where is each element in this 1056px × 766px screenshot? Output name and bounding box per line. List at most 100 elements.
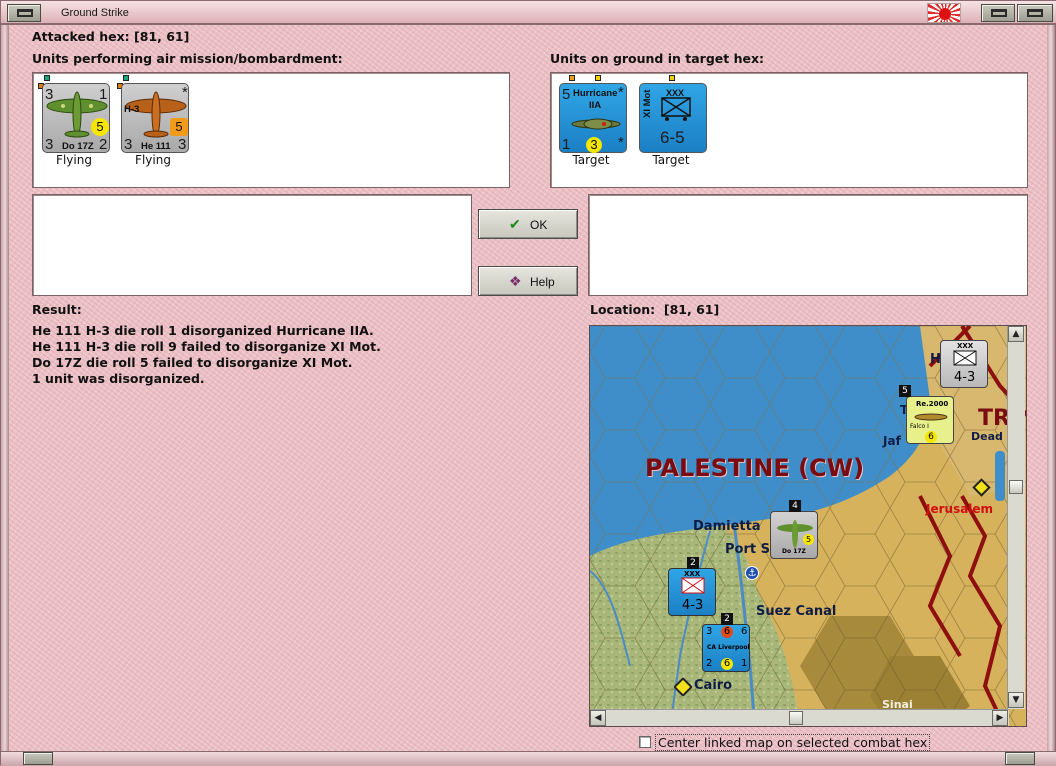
region-label: PALESTINE (CW) (645, 454, 865, 482)
bottom-frame (1, 751, 1056, 766)
minimize-button[interactable] (7, 4, 41, 22)
status-dot-icon (123, 75, 129, 81)
counter-stat: 3 (124, 136, 133, 153)
map-place: Suez Canal (756, 604, 837, 619)
ground-units-panel: 5 * Hurricane IIA 1 * 3 Target XI Mot XX… (550, 72, 1028, 188)
resize-left-handle[interactable] (23, 752, 53, 765)
unit-xi-mot[interactable]: XI Mot XXX 6-5 Target (635, 75, 707, 167)
counter-stat: 3 (706, 626, 713, 637)
attacked-hex-value: [81, 61] (134, 29, 190, 44)
resize-right-handle[interactable] (1005, 752, 1035, 765)
counter-subname: IIA (589, 100, 602, 111)
unit-status: Target (572, 153, 610, 167)
stack-count: 2 (721, 613, 733, 625)
stack-count: 2 (687, 557, 699, 569)
defender-info-panel (588, 194, 1028, 296)
counter-coin: 3 (586, 137, 602, 153)
stack-count: 4 (789, 500, 801, 512)
unit-status: Flying (135, 153, 171, 167)
counter-stat: 3 (45, 136, 54, 153)
counter-coin: 6 (925, 431, 937, 443)
counter-coin: 5 (91, 118, 109, 136)
map-counter-aus-corps[interactable]: 2 XXX 4-3 (668, 557, 716, 616)
counter-name: CA Liverpool (707, 644, 750, 651)
counter-stat: 6 (741, 626, 748, 637)
result-line: He 111 H-3 die roll 9 failed to disorgan… (32, 339, 381, 354)
map-counter-liverpool[interactable]: 2 3 6 6 CA Liverpool 2 6 1 (702, 613, 750, 672)
air-units-panel: 3 1 3 2 Do 17Z 5 Flying H-3 * 3 3 He 111… (32, 72, 510, 188)
stack-count: 5 (899, 385, 911, 397)
mini-map[interactable]: PALESTINE (CW) Damietta Port S Suez Cana… (589, 325, 1027, 727)
scroll-left-icon[interactable]: ◀ (590, 710, 606, 726)
counter-name: Do 17Z (782, 548, 806, 555)
result-line: He 111 H-3 die roll 1 disorganized Hurri… (32, 323, 374, 338)
counter-subname: H-3 (124, 104, 140, 115)
left-frame (1, 25, 9, 755)
help-button[interactable]: ❖ Help (478, 266, 578, 296)
map-counter-corps[interactable]: XXX 4-3 (940, 340, 988, 388)
attacker-info-panel (32, 194, 472, 296)
scroll-right-icon[interactable]: ▶ (992, 710, 1008, 726)
corps-counter: XI Mot XXX 6-5 (639, 83, 707, 153)
status-dot-icon (44, 75, 50, 81)
vertical-scroll-thumb[interactable] (1009, 480, 1023, 494)
horizontal-scroll-thumb[interactable] (789, 711, 803, 725)
counter-strength: 6-5 (660, 128, 685, 147)
result-heading: Result: (32, 302, 82, 317)
map-horizontal-scrollbar[interactable]: ◀ ▶ (590, 709, 1009, 726)
counter-strength: 4-3 (954, 370, 976, 385)
air-units-heading: Units performing air mission/bombardment… (32, 51, 343, 66)
center-map-checkbox[interactable] (639, 736, 651, 748)
counter-stat: * (618, 84, 624, 101)
scroll-down-icon[interactable]: ▼ (1008, 692, 1024, 708)
japan-flag-icon (927, 3, 961, 23)
counter-subname: Falco I (910, 423, 929, 430)
air-counter: H-3 * 3 3 He 111 5 (121, 83, 189, 153)
unit-status: Flying (56, 153, 92, 167)
restore-button[interactable] (981, 4, 1015, 22)
counter-stat: * (182, 84, 188, 101)
map-place: Jerusalem (926, 502, 994, 516)
scroll-up-icon[interactable]: ▲ (1008, 326, 1024, 342)
right-frame (1047, 25, 1055, 755)
air-counter: 3 1 3 2 Do 17Z 5 (42, 83, 110, 153)
map-place: Damietta (693, 519, 761, 534)
counter-stat: 1 (741, 658, 748, 669)
counter-name: He 111 (141, 141, 171, 152)
ok-button[interactable]: ✔ OK (478, 209, 578, 239)
map-counter-italian-air[interactable]: 5 Re.2000 Falco I 6 (899, 385, 954, 444)
unit-he111[interactable]: H-3 * 3 3 He 111 5 Flying (117, 75, 189, 167)
unit-do17z[interactable]: 3 1 3 2 Do 17Z 5 Flying (38, 75, 110, 167)
status-dot-icon (569, 75, 575, 81)
center-map-checkbox-label[interactable]: Center linked map on selected combat hex (655, 734, 931, 751)
status-dot-icon (595, 75, 601, 81)
map-place: Jaf (883, 434, 901, 448)
result-line: 1 unit was disorganized. (32, 371, 205, 386)
result-log: He 111 H-3 die roll 1 disorganized Hurri… (32, 323, 381, 387)
counter-strength: 4-3 (682, 598, 704, 613)
unit-hurricane[interactable]: 5 * Hurricane IIA 1 * 3 Target (555, 75, 627, 167)
counter-name: Do 17Z (62, 141, 94, 152)
counter-coin: 6 (721, 626, 733, 638)
counter-stat: 1 (99, 86, 108, 103)
port-anchor-icon: ⚓ (745, 566, 759, 580)
counter-stat: 2 (706, 658, 713, 669)
map-place: Cairo (694, 678, 733, 693)
location-value: [81, 61] (663, 302, 720, 317)
map-place: TR (978, 406, 1010, 431)
counter-stat: 5 (562, 86, 571, 103)
counter-stat: 3 (178, 136, 187, 153)
map-counter-do17[interactable]: 4 Do 17Z 5 (770, 500, 818, 559)
title-bar: Ground Strike (1, 1, 1056, 25)
close-button[interactable] (1017, 4, 1053, 22)
counter-coin: 5 (170, 118, 188, 136)
ground-units-heading: Units on ground in target hex: (550, 51, 765, 66)
counter-stat: 3 (45, 86, 54, 103)
counter-name: Hurricane (573, 88, 618, 99)
map-vertical-scrollbar[interactable]: ▲ ▼ (1007, 326, 1025, 709)
counter-stat: * (618, 134, 624, 151)
map-place: Port S (725, 542, 770, 557)
attacked-hex-label: Attacked hex: [81, 61] (32, 29, 190, 44)
counter-stat: 2 (99, 136, 108, 153)
counter-coin: 6 (721, 658, 733, 670)
